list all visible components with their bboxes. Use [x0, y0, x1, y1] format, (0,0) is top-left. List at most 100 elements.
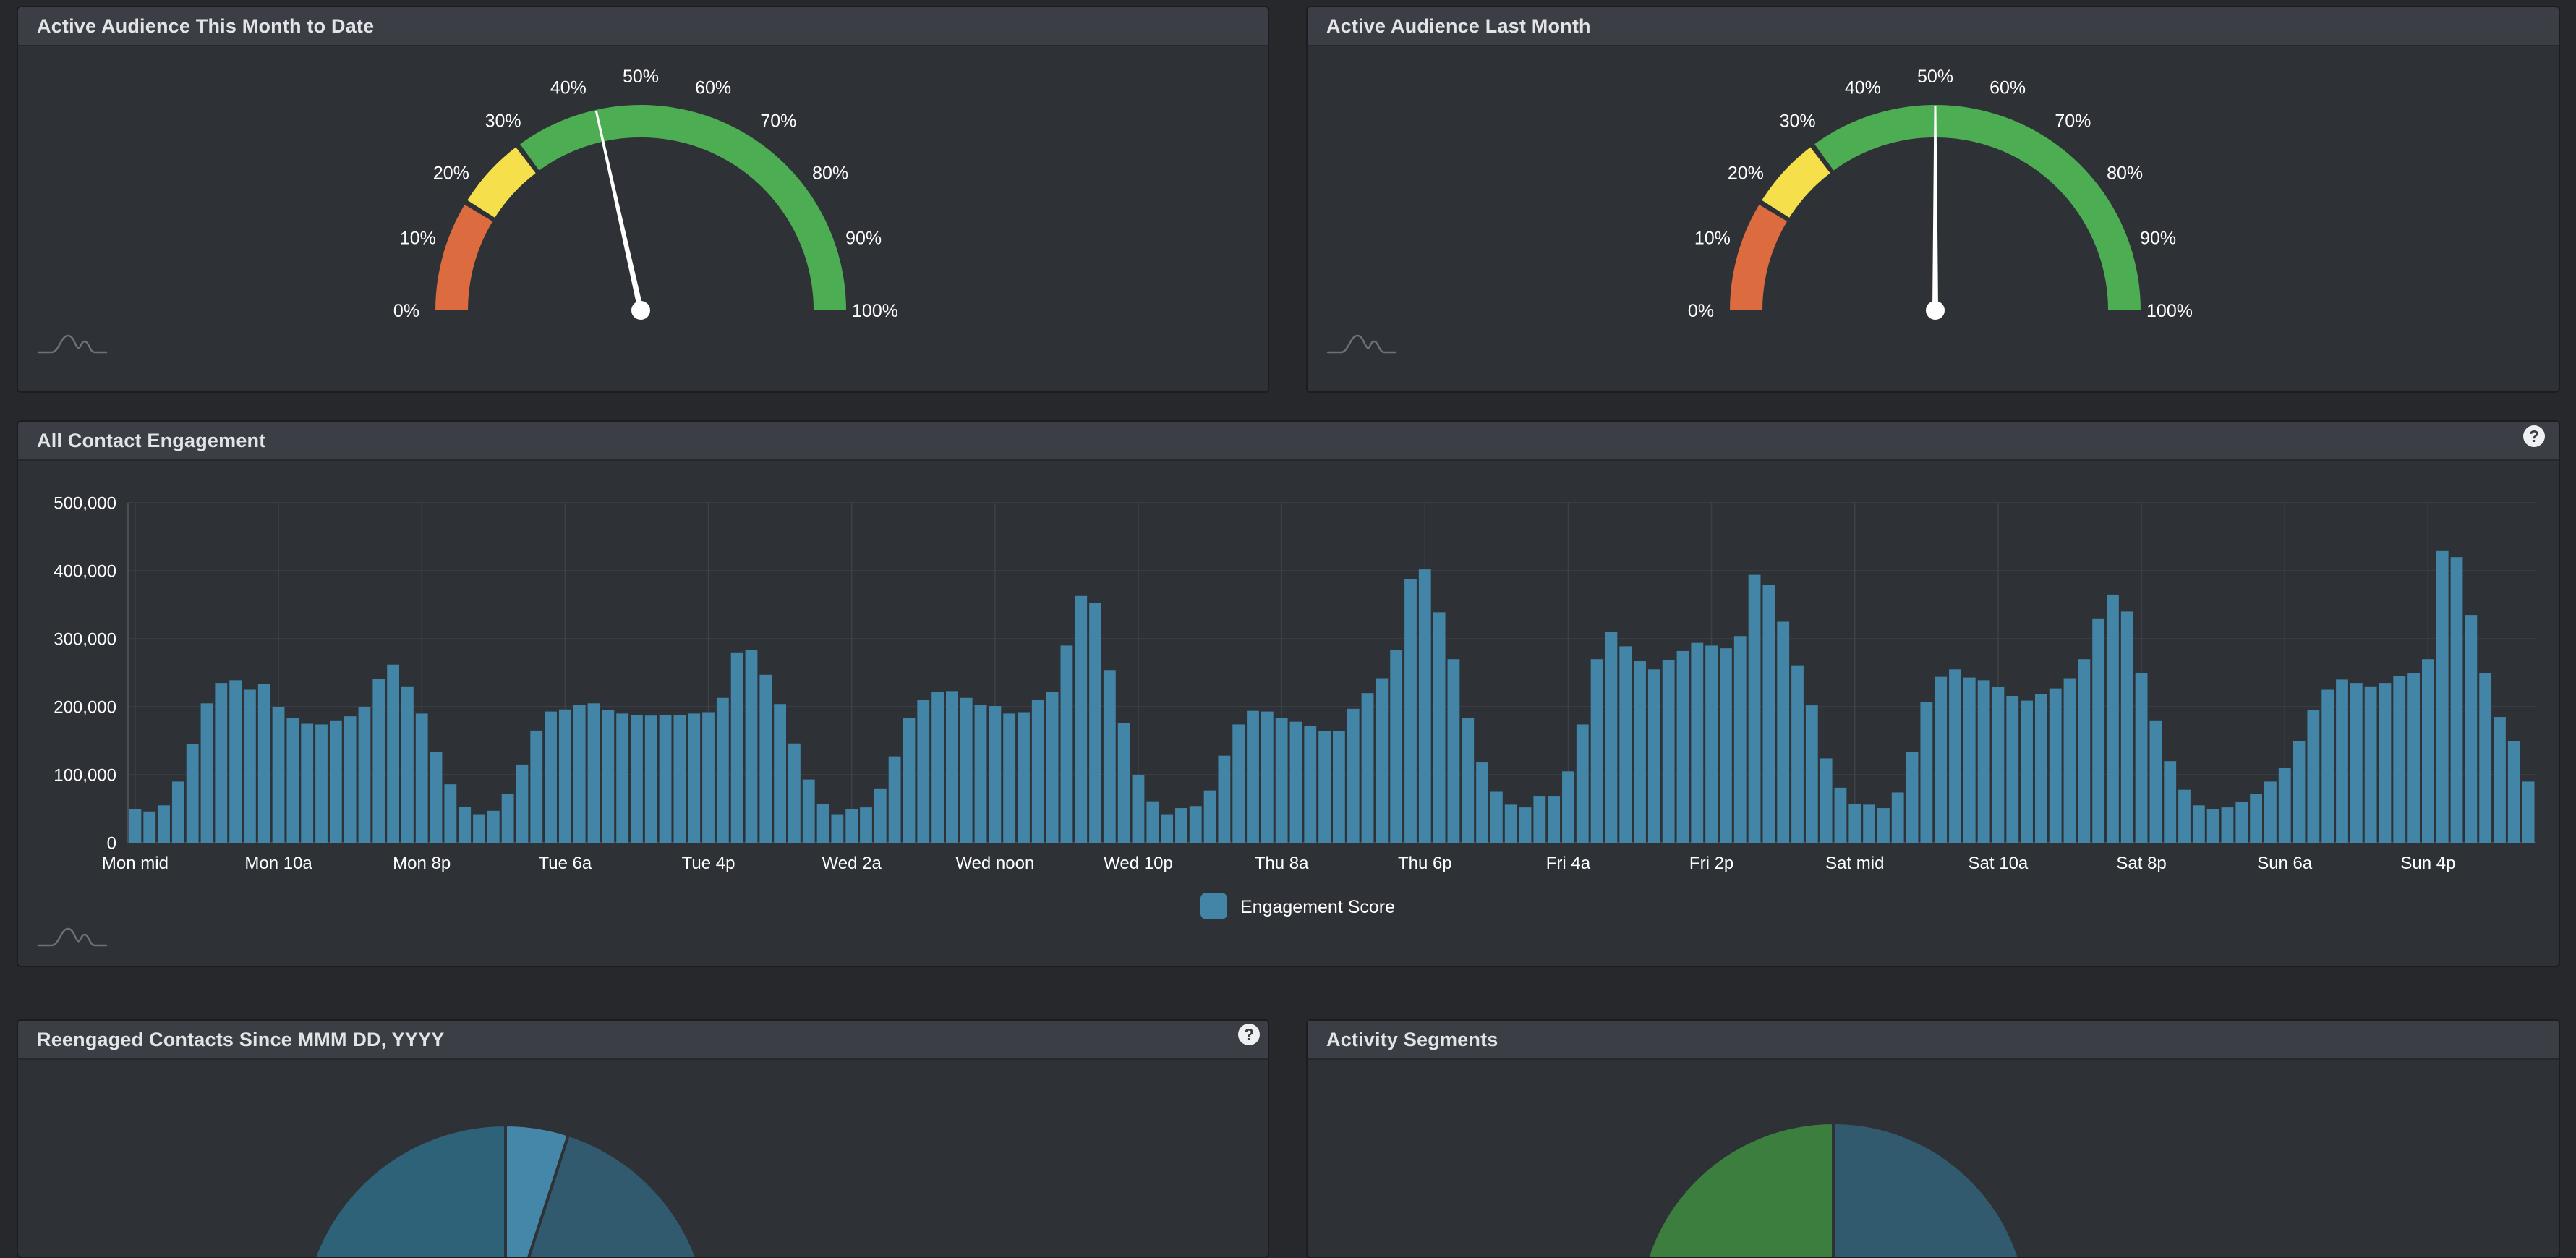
gauge-tick-label: 100%	[852, 301, 898, 321]
x-axis-tick-label: Thu 6p	[1398, 854, 1452, 873]
bar	[788, 744, 801, 843]
gauge-band	[520, 105, 846, 310]
bar	[845, 809, 858, 843]
chart-watermark-icon	[1326, 332, 1399, 357]
bar	[2021, 701, 2033, 843]
help-icon[interactable]: ?	[2523, 425, 2545, 447]
gauge-band	[1814, 105, 2141, 310]
bar	[631, 715, 643, 843]
bar	[2264, 781, 2277, 843]
gauge-needle-hub	[631, 301, 650, 320]
bar	[401, 687, 414, 843]
x-axis-tick-label: Fri 2p	[1689, 854, 1733, 873]
gauge-tick-label: 0%	[1688, 301, 1714, 321]
bar	[2293, 741, 2306, 843]
bar	[759, 675, 772, 843]
bar	[530, 731, 542, 843]
bar	[1562, 771, 1574, 843]
panel-reengaged-contacts: Reengaged Contacts Since MMM DD, YYYY ?	[17, 1019, 1269, 1258]
gauge-tick-label: 50%	[623, 67, 659, 87]
y-axis-tick-label: 200,000	[54, 697, 116, 717]
bar	[1978, 680, 1990, 843]
bar	[1347, 709, 1360, 843]
bar	[2092, 619, 2104, 843]
bar	[860, 807, 872, 843]
bar	[1935, 677, 1947, 843]
bar	[803, 780, 815, 843]
x-axis-tick-label: Sat 10a	[1969, 854, 2029, 873]
bar	[1734, 636, 1747, 843]
bar	[1906, 752, 1919, 843]
bar	[874, 789, 887, 843]
bar	[158, 805, 170, 843]
bar	[588, 703, 600, 843]
bar	[1490, 792, 1503, 843]
gauge-chart-last-month: 0%10%20%30%40%50%60%70%80%90%100%	[1308, 7, 2559, 352]
bar	[616, 713, 628, 843]
bar	[817, 804, 829, 843]
bar	[1462, 718, 1474, 843]
bar	[2365, 687, 2377, 843]
gauge-tick-label: 20%	[433, 163, 469, 183]
bar	[416, 713, 428, 843]
x-axis-tick-label: Sun 6a	[2257, 854, 2313, 873]
bar	[1791, 666, 1804, 843]
bar	[487, 811, 500, 843]
bar	[502, 794, 514, 843]
bar	[1304, 726, 1316, 843]
panel-header: Active Audience This Month to Date	[18, 7, 1268, 46]
bar	[2235, 802, 2248, 843]
bar	[372, 679, 385, 843]
help-icon[interactable]: ?	[1238, 1024, 1260, 1045]
bar	[1691, 643, 1703, 843]
bar	[1548, 796, 1560, 843]
bar	[1920, 702, 1932, 843]
bar	[2164, 761, 2176, 843]
bar	[602, 710, 614, 843]
bar	[960, 698, 973, 843]
bar	[1877, 808, 1890, 843]
gauge-tick-label: 20%	[1728, 163, 1764, 183]
gauge-needle-hub	[1926, 301, 1945, 320]
bar	[1075, 596, 1087, 843]
bar	[315, 724, 328, 843]
legend[interactable]: Engagement Score	[1200, 893, 1395, 919]
x-axis-tick-label: Mon 10a	[244, 854, 312, 873]
panel-title: All Contact Engagement	[37, 430, 265, 452]
pie-slice	[1833, 1123, 2029, 1257]
gauge-tick-label: 10%	[400, 229, 436, 249]
y-axis-tick-label: 400,000	[54, 561, 116, 581]
gauge-tick-label: 30%	[485, 111, 521, 132]
bar	[359, 707, 371, 843]
bar	[2006, 696, 2018, 843]
bar	[330, 721, 342, 843]
bar	[1619, 646, 1632, 843]
bar	[717, 698, 729, 843]
bar	[1577, 724, 1589, 843]
bar	[1806, 705, 1818, 843]
bar	[201, 703, 213, 843]
bar	[1276, 718, 1288, 843]
bar	[975, 705, 987, 843]
bar	[1648, 669, 1660, 843]
bar	[1634, 661, 1646, 843]
panel-header: Active Audience Last Month	[1308, 7, 2559, 46]
gauge-tick-label: 60%	[695, 78, 731, 98]
bar	[1848, 804, 1861, 843]
bar	[2178, 790, 2191, 843]
gauge-tick-label: 40%	[550, 78, 587, 98]
bar	[903, 718, 916, 843]
y-axis-tick-label: 500,000	[54, 493, 116, 513]
gauge-tick-label: 70%	[760, 111, 796, 132]
bar	[1749, 575, 1761, 843]
bar	[1218, 756, 1230, 843]
bar	[1591, 659, 1603, 843]
gauge-tick-label: 90%	[845, 229, 882, 249]
bar	[215, 683, 227, 843]
bar	[1204, 791, 1216, 843]
chart-watermark-icon	[37, 925, 109, 950]
bar	[1003, 713, 1015, 843]
bar	[702, 713, 715, 843]
bar	[688, 713, 700, 843]
chart-watermark-icon	[37, 332, 109, 357]
